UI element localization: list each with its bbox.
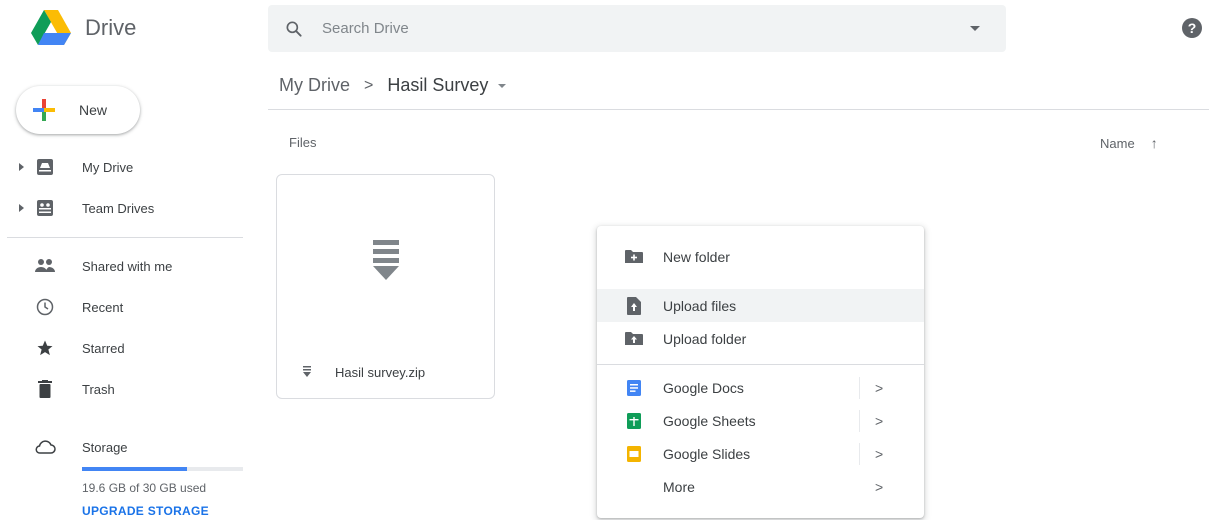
sidebar-item-starred[interactable]: Starred	[0, 332, 243, 364]
search-icon[interactable]	[284, 19, 304, 39]
chevron-right-icon[interactable]: >	[875, 380, 883, 396]
my-drive-icon	[34, 156, 56, 178]
zip-type-icon	[303, 366, 311, 377]
sort-label[interactable]: Name	[1100, 136, 1135, 151]
storage-usage-bar	[82, 467, 243, 471]
sidebar-item-label: Storage	[82, 439, 128, 455]
new-folder-icon	[625, 248, 643, 266]
sidebar-item-recent[interactable]: Recent	[0, 291, 243, 323]
sidebar-item-label: Recent	[82, 299, 124, 315]
new-button-label: New	[79, 102, 108, 118]
sidebar-item-label: Team Drives	[82, 200, 155, 216]
menu-item-new-folder[interactable]: New folder	[597, 240, 924, 273]
submenu-divider	[859, 377, 860, 399]
expand-arrow-icon[interactable]	[19, 204, 24, 212]
app-name: Drive	[85, 15, 137, 40]
menu-item-google-sheets[interactable]: Google Sheets >	[597, 404, 924, 437]
file-name-row: Hasil survey.zip	[277, 345, 494, 399]
google-drive-logo-icon	[31, 10, 71, 45]
shared-people-icon	[34, 255, 56, 277]
menu-item-label: Google Docs	[663, 379, 744, 396]
menu-item-more[interactable]: More >	[597, 470, 924, 503]
menu-item-google-slides[interactable]: Google Slides >	[597, 437, 924, 470]
submenu-divider	[859, 443, 860, 465]
help-icon[interactable]: ?	[1182, 18, 1202, 38]
menu-item-label: Upload folder	[663, 330, 747, 347]
upgrade-storage-link[interactable]: UPGRADE STORAGE	[82, 504, 209, 518]
sidebar-item-label: Shared with me	[82, 258, 173, 274]
drive-logo[interactable]: Drive	[31, 10, 136, 46]
sidebar-divider	[7, 237, 243, 238]
menu-item-label: Upload files	[663, 297, 737, 314]
breadcrumb-separator-icon: >	[364, 76, 374, 94]
chevron-right-icon[interactable]: >	[875, 413, 883, 429]
search-input[interactable]	[322, 20, 942, 37]
breadcrumb-my-drive[interactable]: My Drive	[279, 75, 350, 96]
file-card[interactable]: Hasil survey.zip	[276, 174, 495, 399]
google-slides-icon	[625, 445, 643, 463]
search-bar[interactable]	[268, 5, 1006, 52]
storage-usage-fill	[82, 467, 188, 471]
search-options-caret-icon[interactable]	[970, 26, 980, 31]
sidebar-item-label: Trash	[82, 381, 115, 397]
file-thumbnail	[277, 175, 494, 345]
chevron-right-icon[interactable]: >	[875, 446, 883, 462]
files-section-label: Files	[289, 135, 317, 150]
upload-file-icon	[625, 296, 643, 315]
zip-file-icon	[372, 240, 399, 280]
menu-item-label: Google Sheets	[663, 412, 756, 429]
sidebar-item-my-drive[interactable]: My Drive	[0, 151, 243, 183]
sidebar-item-team-drives[interactable]: Team Drives	[0, 192, 243, 224]
file-name: Hasil survey.zip	[335, 364, 426, 380]
star-icon	[34, 337, 56, 359]
sidebar-item-storage[interactable]: Storage	[0, 431, 243, 463]
menu-divider	[597, 364, 924, 365]
breadcrumb-current-folder[interactable]: Hasil Survey	[387, 75, 488, 96]
upload-folder-icon	[625, 330, 643, 348]
plus-icon	[33, 99, 55, 121]
expand-arrow-icon[interactable]	[19, 163, 24, 171]
sidebar-item-trash[interactable]: Trash	[0, 373, 243, 405]
menu-item-label: Google Slides	[663, 445, 751, 462]
sidebar-item-label: Starred	[82, 340, 125, 356]
breadcrumb: My Drive > Hasil Survey	[279, 75, 507, 96]
submenu-divider	[859, 410, 860, 432]
sidebar-item-shared-with-me[interactable]: Shared with me	[0, 250, 243, 282]
new-context-menu: New folder Upload files Upload folder Go…	[597, 226, 924, 518]
folder-menu-caret-icon[interactable]	[498, 83, 507, 88]
sort-by-name[interactable]: Name ↑	[1100, 135, 1158, 151]
google-docs-icon	[625, 379, 643, 397]
cloud-icon	[34, 436, 56, 458]
sort-direction-icon[interactable]: ↑	[1151, 135, 1158, 151]
storage-usage-text: 19.6 GB of 30 GB used	[82, 481, 207, 495]
menu-item-google-docs[interactable]: Google Docs >	[597, 371, 924, 404]
menu-item-upload-files[interactable]: Upload files	[597, 289, 924, 322]
menu-item-upload-folder[interactable]: Upload folder	[597, 322, 924, 355]
clock-icon	[34, 296, 56, 318]
chevron-right-icon[interactable]: >	[875, 479, 883, 495]
new-button[interactable]: New	[16, 86, 140, 134]
menu-item-label: More	[663, 478, 695, 495]
sidebar-item-label: My Drive	[82, 159, 134, 175]
google-sheets-icon	[625, 412, 643, 430]
team-drives-icon	[34, 197, 56, 219]
trash-icon	[34, 378, 56, 400]
header-divider	[268, 109, 1209, 110]
menu-item-label: New folder	[663, 248, 730, 265]
